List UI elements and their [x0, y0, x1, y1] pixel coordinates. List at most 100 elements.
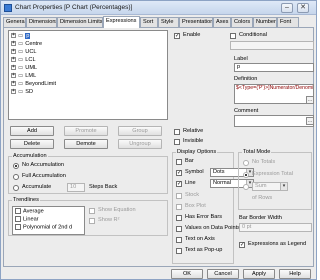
no-accumulation-radio[interactable] — [13, 163, 19, 169]
full-accumulation-radio[interactable] — [13, 174, 19, 180]
add-button[interactable]: Add — [10, 126, 54, 136]
line-label: Line — [185, 180, 196, 186]
apply-button[interactable]: Apply — [243, 269, 275, 279]
tab-sort[interactable]: Sort — [140, 17, 158, 27]
cancel-button[interactable]: Cancel — [207, 269, 239, 279]
expression-total-radio[interactable] — [243, 172, 249, 178]
minimize-button[interactable]: – — [281, 3, 293, 13]
full-accumulation-label: Full Accumulation — [22, 173, 66, 179]
expression-tree-label: UCL — [25, 49, 37, 55]
steps-back-input[interactable]: 10 — [67, 183, 85, 192]
text-as-popup-checkbox[interactable] — [176, 248, 182, 254]
expression-tree-item[interactable]: + ▭ SD — [11, 89, 33, 96]
expression-tree[interactable]: + ▭ p + ▭ Centre + ▭ UCL + ▭ LCL + ▭ UML + ▭ LML + ▭ BeyondL… — [8, 30, 168, 120]
expression-tree-item[interactable]: + ▭ Centre — [11, 41, 42, 48]
line-checkbox[interactable]: ✓ — [176, 181, 182, 187]
expand-icon[interactable]: + — [11, 89, 16, 95]
expression-tree-item[interactable]: + ▭ UML — [11, 65, 37, 72]
values-on-data-points-label: Values on Data Points — [185, 225, 240, 231]
trendlines-group: Trendlines Average Linear Polynomial of 2n… — [8, 197, 168, 236]
has-error-bars-checkbox[interactable] — [176, 215, 182, 221]
expression-tree-item[interactable]: + ▭ BeyondLimit — [11, 81, 56, 88]
conditional-input[interactable] — [230, 41, 314, 50]
definition-edit-icon[interactable]: … — [306, 96, 314, 104]
expressions-as-legend-checkbox[interactable]: ✓ — [239, 242, 245, 248]
trendlines-caption: Trendlines — [12, 197, 40, 204]
enable-label: Enable — [183, 32, 201, 38]
enable-checkbox[interactable]: ✓ — [174, 33, 180, 39]
tab-expressions[interactable]: Expressions — [103, 16, 140, 28]
trendline-item[interactable]: Average — [15, 208, 44, 215]
expression-tree-label: LML — [25, 73, 37, 79]
comment-edit-icon[interactable]: … — [306, 117, 314, 125]
bar-border-width-input[interactable]: 0 pt — [239, 223, 312, 232]
trendline-checkbox[interactable] — [15, 224, 21, 230]
expression-tree-item[interactable]: + ▭ p — [11, 33, 31, 40]
help-button[interactable]: Help — [279, 269, 311, 279]
expand-icon[interactable]: + — [11, 65, 16, 71]
expand-icon[interactable]: + — [11, 49, 16, 55]
expression-icon: ▭ — [18, 73, 24, 79]
label-input[interactable]: p — [234, 63, 314, 72]
expression-tree-item[interactable]: + ▭ LCL — [11, 57, 36, 64]
expression-tree-item[interactable]: + ▭ UCL — [11, 49, 37, 56]
ungroup-button[interactable]: Ungroup — [118, 139, 162, 149]
promote-button[interactable]: Promote — [64, 126, 108, 136]
bar-checkbox[interactable] — [176, 159, 182, 165]
expression-tree-label: SD — [25, 89, 34, 95]
expand-icon[interactable]: + — [11, 41, 16, 47]
demote-button[interactable]: Demote — [64, 139, 108, 149]
show-r2-checkbox[interactable] — [89, 218, 95, 224]
accumulate-label: Accumulate — [22, 184, 52, 190]
delete-button[interactable]: Delete — [10, 139, 54, 149]
app-icon — [4, 4, 12, 12]
expand-icon[interactable]: + — [11, 57, 16, 63]
expand-icon[interactable]: + — [11, 81, 16, 87]
expand-icon[interactable]: + — [11, 33, 16, 39]
steps-back-label: Steps Back — [89, 184, 118, 190]
trendline-checkbox[interactable] — [15, 216, 21, 222]
text-on-axis-checkbox[interactable] — [176, 237, 182, 243]
box-plot-label: Box Plot — [185, 203, 206, 209]
tab-general[interactable]: General — [3, 17, 26, 27]
trendline-checkbox[interactable] — [15, 208, 21, 214]
conditional-checkbox[interactable] — [230, 33, 236, 39]
sum-select[interactable]: Sum ▾ — [252, 182, 288, 191]
trendline-item[interactable]: Polynomial of 2nd d — [15, 224, 72, 231]
total-mode-caption: Total Mode — [242, 149, 272, 156]
close-button[interactable]: ✕ — [297, 3, 309, 13]
stock-checkbox[interactable] — [176, 193, 182, 199]
tab-presentation[interactable]: Presentation — [179, 17, 213, 27]
show-equation-checkbox[interactable] — [89, 208, 95, 214]
tab-number[interactable]: Number — [253, 17, 277, 27]
expression-tree-item[interactable]: + ▭ LML — [11, 73, 36, 80]
tab-style[interactable]: Style — [158, 17, 179, 27]
tab-dimension-limits[interactable]: Dimension Limits — [57, 17, 103, 27]
values-on-data-points-checkbox[interactable] — [176, 226, 182, 232]
ok-button[interactable]: OK — [171, 269, 203, 279]
of-rows-label: of Rows — [252, 195, 273, 201]
relative-checkbox[interactable] — [174, 129, 180, 135]
group-button[interactable]: Group — [118, 126, 162, 136]
no-totals-label: No Totals — [252, 159, 276, 165]
trendline-label: Average — [23, 208, 44, 215]
accumulation-caption: Accumulation — [12, 153, 48, 160]
accumulate-radio[interactable] — [13, 185, 19, 191]
trendline-item[interactable]: Linear — [15, 216, 39, 223]
tab-font[interactable]: Font — [277, 17, 299, 27]
box-plot-checkbox[interactable] — [176, 204, 182, 210]
expression-tree-label: LCL — [25, 57, 36, 63]
trendlines-list[interactable]: Average Linear Polynomial of 2nd d — [12, 206, 85, 235]
invisible-checkbox[interactable] — [174, 139, 180, 145]
tab-axes[interactable]: Axes — [213, 17, 231, 27]
no-totals-radio[interactable] — [243, 160, 249, 166]
expression-icon: ▭ — [18, 65, 24, 71]
comment-input[interactable] — [234, 115, 314, 127]
tab-colors[interactable]: Colors — [231, 17, 253, 27]
definition-input[interactable]: $<Type={'P'}>]Numerator/Denominator) — [234, 84, 314, 104]
sum-radio[interactable] — [243, 184, 249, 190]
symbol-checkbox[interactable]: ✓ — [176, 170, 182, 176]
tab-dimensions[interactable]: Dimensions — [26, 17, 57, 27]
expand-icon[interactable]: + — [11, 73, 16, 79]
show-equation-label: Show Equation — [98, 207, 136, 213]
